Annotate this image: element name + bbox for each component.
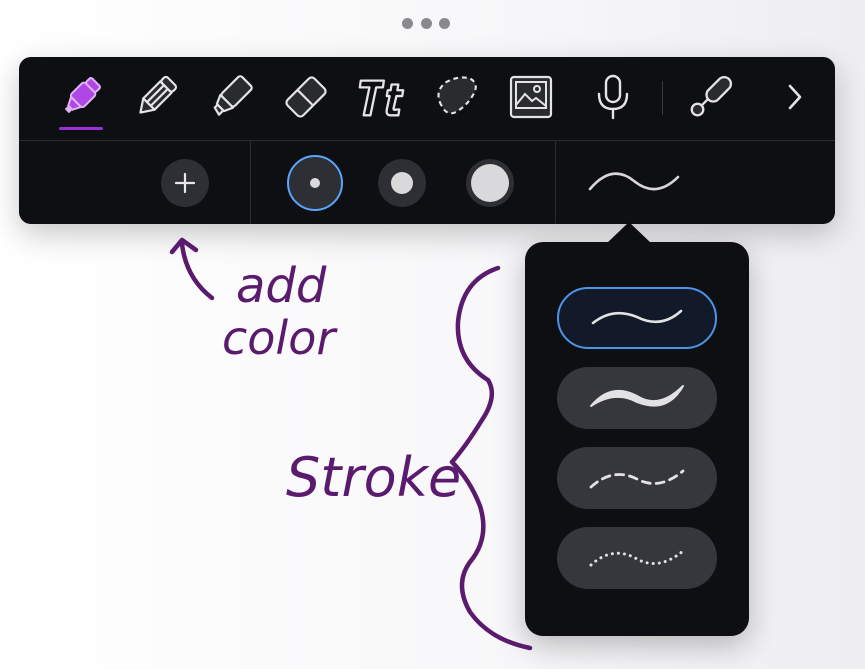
more-tools-button[interactable] bbox=[769, 71, 821, 123]
tool-row bbox=[19, 57, 835, 141]
microphone-icon bbox=[597, 74, 629, 120]
stroke-style-button[interactable] bbox=[584, 159, 684, 207]
drawing-toolbar bbox=[19, 57, 835, 224]
size-small-dot bbox=[310, 178, 320, 188]
link-tool-button[interactable] bbox=[685, 71, 737, 123]
add-color-annotation-line1: add bbox=[236, 258, 327, 314]
ink-curly-brace bbox=[449, 265, 533, 651]
plus-icon bbox=[174, 172, 196, 194]
stroke-annotation: Stroke bbox=[286, 446, 461, 509]
options-divider bbox=[250, 141, 251, 224]
image-tool-button[interactable] bbox=[505, 71, 557, 123]
stroke-style-popover bbox=[525, 242, 749, 636]
link-icon bbox=[690, 75, 733, 117]
image-icon bbox=[509, 75, 553, 119]
grabber-dot bbox=[402, 17, 413, 29]
thin-stroke-icon bbox=[591, 309, 683, 325]
lasso-tool-button[interactable] bbox=[430, 71, 482, 123]
size-large-button[interactable] bbox=[466, 159, 514, 207]
toolbar-drag-handle[interactable] bbox=[402, 17, 450, 29]
size-small-button[interactable] bbox=[287, 155, 343, 211]
stroke-option-dashed[interactable] bbox=[557, 447, 717, 509]
options-divider bbox=[555, 141, 556, 224]
stroke-wave-icon bbox=[588, 172, 680, 191]
eraser-icon bbox=[285, 76, 327, 118]
audio-tool-button[interactable] bbox=[587, 71, 639, 123]
selected-tool-indicator bbox=[59, 127, 103, 130]
add-color-annotation-line2: color bbox=[222, 311, 338, 365]
grabber-dot bbox=[439, 17, 450, 29]
text-tool-button[interactable] bbox=[355, 71, 407, 123]
marker-tool-button[interactable] bbox=[55, 71, 107, 123]
ink-arrow bbox=[169, 237, 215, 301]
size-medium-dot bbox=[391, 172, 413, 194]
chevron-right-icon bbox=[788, 84, 802, 110]
highlighter-icon bbox=[213, 75, 253, 116]
dotted-stroke-icon bbox=[589, 549, 685, 567]
add-color-button[interactable] bbox=[161, 159, 209, 207]
popover-pointer bbox=[606, 222, 652, 244]
size-medium-button[interactable] bbox=[378, 159, 426, 207]
dashed-stroke-icon bbox=[589, 469, 685, 489]
options-row bbox=[19, 141, 835, 224]
toolbar-divider bbox=[662, 81, 663, 115]
stroke-option-thin-solid[interactable] bbox=[557, 287, 717, 349]
stroke-option-tapered[interactable] bbox=[557, 367, 717, 429]
lasso-icon bbox=[437, 76, 477, 115]
size-large-dot bbox=[471, 164, 509, 202]
pencil-icon bbox=[139, 75, 178, 114]
grabber-dot bbox=[420, 17, 432, 29]
marker-icon bbox=[64, 77, 101, 114]
eraser-tool-button[interactable] bbox=[280, 71, 332, 123]
stroke-option-dotted[interactable] bbox=[557, 527, 717, 589]
highlighter-tool-button[interactable] bbox=[205, 71, 257, 123]
pencil-tool-button[interactable] bbox=[130, 71, 182, 123]
tapered-stroke-icon bbox=[590, 385, 684, 407]
text-tool-icon bbox=[358, 79, 405, 117]
